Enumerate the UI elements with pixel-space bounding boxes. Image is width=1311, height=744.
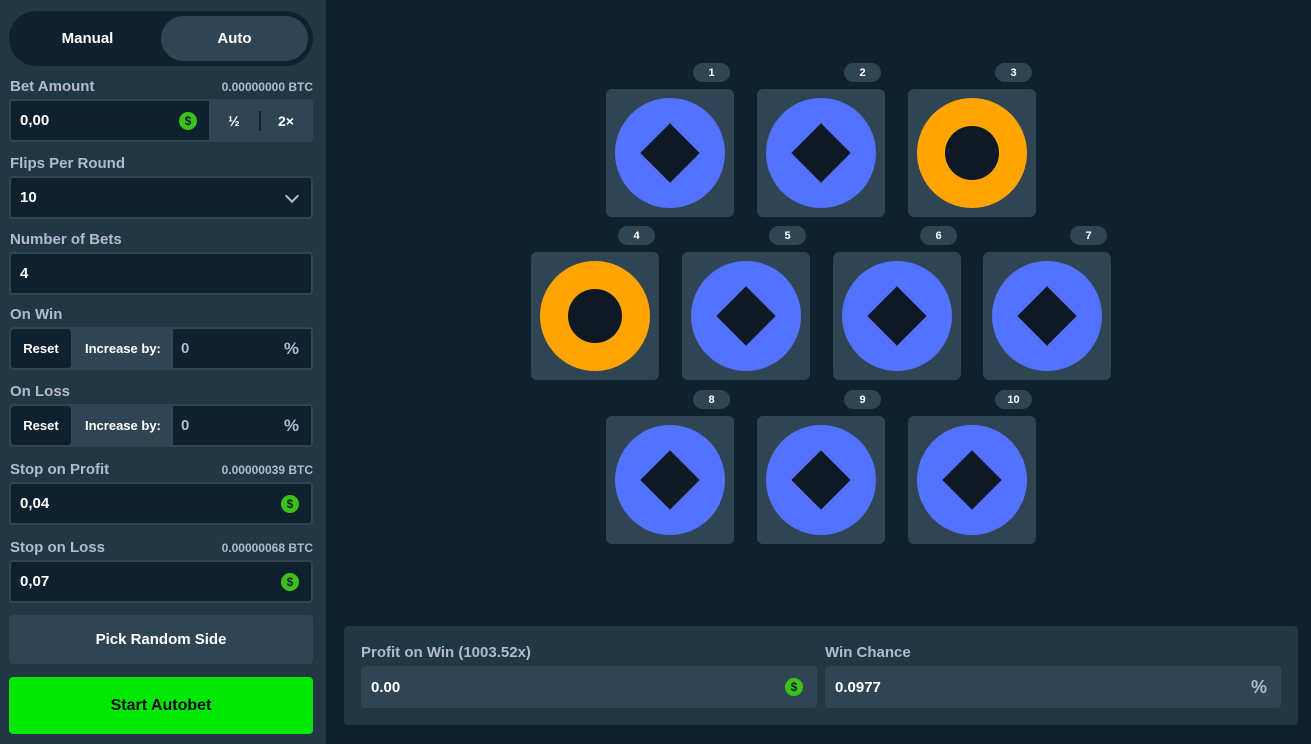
- coin-number-badge: 4: [618, 226, 655, 245]
- num-bets-label: Number of Bets: [10, 231, 122, 248]
- coin-number-badge: 3: [995, 63, 1032, 82]
- num-bets-field: 4: [9, 252, 313, 295]
- double-button[interactable]: 2×: [261, 113, 311, 129]
- half-button[interactable]: ½: [209, 113, 259, 129]
- on-win-input[interactable]: 0 %: [173, 329, 311, 368]
- coin-tile-6[interactable]: [833, 252, 961, 380]
- coin-tile-2[interactable]: [757, 89, 885, 217]
- on-win-value: 0: [181, 340, 190, 357]
- on-loss-controls: Reset Increase by: 0 %: [9, 404, 313, 447]
- currency-icon: $: [785, 678, 803, 696]
- blue-coin-side: [691, 261, 801, 371]
- num-bets-input[interactable]: 4: [11, 265, 311, 282]
- blue-coin-side: [992, 261, 1102, 371]
- manual-tab[interactable]: Manual: [14, 16, 161, 61]
- blue-coin-side: [842, 261, 952, 371]
- diamond-icon: [791, 123, 851, 183]
- diamond-icon: [716, 286, 776, 346]
- coin-number-badge: 9: [844, 390, 881, 409]
- diamond-icon: [1017, 286, 1077, 346]
- blue-coin-side: [615, 98, 725, 208]
- percent-icon: %: [283, 338, 299, 358]
- bet-modifiers: ½ 2×: [209, 101, 311, 140]
- blue-coin-side: [917, 425, 1027, 535]
- on-loss-reset-button[interactable]: Reset: [11, 406, 71, 445]
- flips-select[interactable]: 10: [9, 176, 313, 219]
- on-win-label: On Win: [10, 306, 63, 323]
- stop-loss-field: 0,07 $: [9, 560, 313, 603]
- orange-coin-side: [540, 261, 650, 371]
- profit-on-win-label: Profit on Win (1003.52x): [361, 644, 531, 661]
- diamond-icon: [640, 450, 700, 510]
- stop-loss-label: Stop on Loss: [10, 539, 105, 556]
- chevron-down-icon: [284, 188, 300, 203]
- profit-on-win-value: 0.00: [371, 678, 401, 696]
- on-win-increase-button[interactable]: Increase by:: [71, 341, 173, 356]
- blue-coin-side: [615, 425, 725, 535]
- percent-icon: %: [283, 415, 299, 435]
- diamond-icon: [791, 450, 851, 510]
- on-loss-label: On Loss: [10, 383, 71, 400]
- coin-number-badge: 1: [693, 63, 730, 82]
- coin-number-badge: 8: [693, 390, 730, 409]
- coin-number-badge: 6: [920, 226, 957, 245]
- coin-tile-3[interactable]: [908, 89, 1036, 217]
- pick-random-side-button[interactable]: Pick Random Side: [9, 615, 313, 664]
- on-loss-value: 0: [181, 417, 190, 434]
- bet-amount-field: 0,00 $ ½ 2×: [9, 99, 313, 142]
- diamond-icon: [942, 450, 1002, 510]
- coin-tile-5[interactable]: [682, 252, 810, 380]
- win-chance-field[interactable]: 0.0977 %: [825, 666, 1281, 708]
- coin-tile-1[interactable]: [606, 89, 734, 217]
- coin-tile-8[interactable]: [606, 416, 734, 544]
- circle-icon: [568, 289, 622, 343]
- diamond-icon: [867, 286, 927, 346]
- coin-tile-4[interactable]: [531, 252, 659, 380]
- on-win-reset-button[interactable]: Reset: [11, 329, 71, 368]
- mode-toggle: Manual Auto: [9, 11, 313, 66]
- coin-number-badge: 2: [844, 63, 881, 82]
- currency-icon: $: [281, 494, 299, 513]
- profit-on-win-field: 0.00 $: [361, 666, 817, 708]
- stop-profit-btc: 0.00000039 BTC: [221, 463, 313, 477]
- auto-tab[interactable]: Auto: [161, 16, 308, 61]
- on-loss-increase-button[interactable]: Increase by:: [71, 418, 173, 433]
- stop-profit-field: 0,04 $: [9, 482, 313, 525]
- percent-icon: %: [1250, 676, 1267, 697]
- blue-coin-side: [766, 425, 876, 535]
- coin-tile-7[interactable]: [983, 252, 1111, 380]
- win-chance-value: 0.0977: [835, 678, 881, 696]
- on-loss-input[interactable]: 0 %: [173, 406, 311, 445]
- result-panel: Profit on Win (1003.52x) 0.00 $ Win Chan…: [344, 626, 1298, 725]
- bet-amount-label: Bet Amount: [10, 78, 95, 95]
- flips-label: Flips Per Round: [10, 155, 126, 172]
- bet-sidebar: Manual Auto Bet Amount 0.00000000 BTC 0,…: [0, 0, 326, 744]
- on-win-controls: Reset Increase by: 0 %: [9, 327, 313, 370]
- win-chance-label: Win Chance: [825, 644, 911, 661]
- stop-profit-label: Stop on Profit: [10, 461, 110, 478]
- coin-number-badge: 5: [769, 226, 806, 245]
- orange-coin-side: [917, 98, 1027, 208]
- flips-value: 10: [20, 189, 37, 206]
- stop-loss-input[interactable]: 0,07: [11, 573, 281, 590]
- coin-number-badge: 10: [995, 390, 1032, 409]
- currency-icon: $: [179, 111, 197, 130]
- coin-tile-9[interactable]: [757, 416, 885, 544]
- circle-icon: [945, 126, 999, 180]
- start-autobet-button[interactable]: Start Autobet: [9, 677, 313, 734]
- stop-loss-btc: 0.00000068 BTC: [221, 541, 313, 555]
- stop-profit-input[interactable]: 0,04: [11, 495, 281, 512]
- bet-amount-btc: 0.00000000 BTC: [221, 80, 313, 94]
- coin-tile-10[interactable]: [908, 416, 1036, 544]
- bet-amount-input[interactable]: 0,00: [11, 112, 179, 129]
- diamond-icon: [640, 123, 700, 183]
- blue-coin-side: [766, 98, 876, 208]
- currency-icon: $: [281, 572, 299, 591]
- coin-number-badge: 7: [1070, 226, 1107, 245]
